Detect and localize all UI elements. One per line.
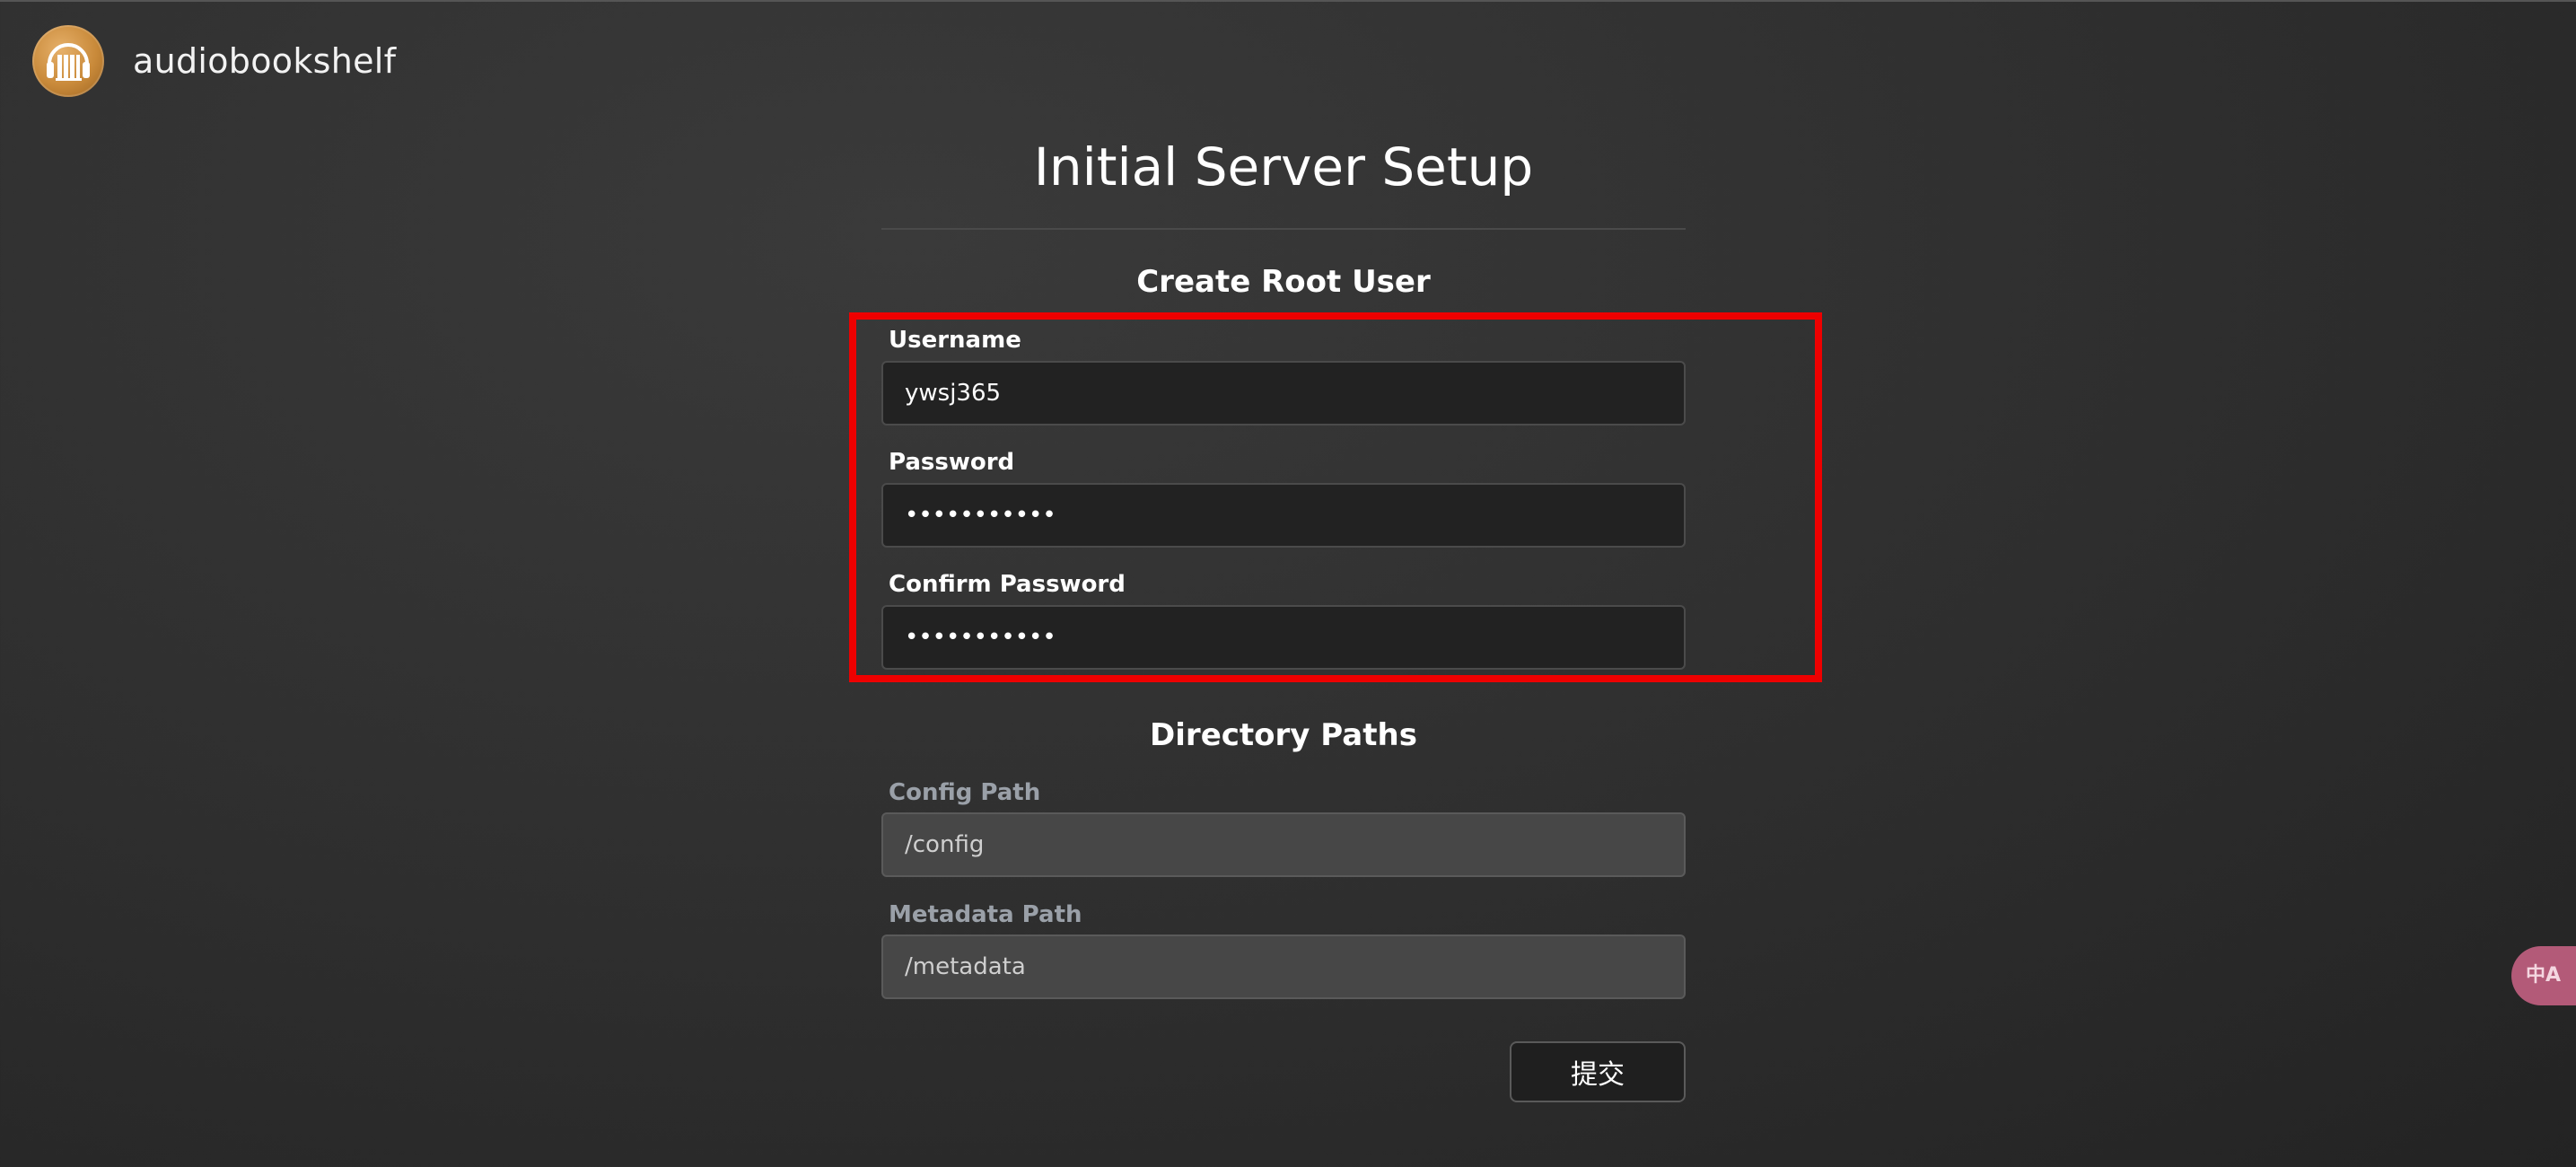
password-input[interactable] bbox=[881, 483, 1686, 548]
app-header: audiobookshelf bbox=[32, 23, 396, 99]
section-title-directory-paths: Directory Paths bbox=[1150, 717, 1417, 753]
metadata-path-label: Metadata Path bbox=[889, 901, 1082, 928]
config-path-label: Config Path bbox=[889, 779, 1041, 806]
config-path-input bbox=[881, 812, 1686, 877]
title-divider bbox=[881, 228, 1686, 230]
password-label: Password bbox=[889, 449, 1015, 476]
app-logo[interactable] bbox=[32, 25, 104, 97]
confirm-password-input[interactable] bbox=[881, 605, 1686, 670]
username-input[interactable] bbox=[881, 361, 1686, 426]
translate-widget[interactable]: 中A bbox=[2511, 946, 2576, 1005]
confirm-password-label: Confirm Password bbox=[889, 571, 1126, 598]
app-title: audiobookshelf bbox=[133, 41, 397, 81]
headphones-books-icon bbox=[47, 43, 90, 81]
translate-icon: 中A bbox=[2526, 964, 2562, 987]
page-title: Initial Server Setup bbox=[1033, 136, 1534, 197]
submit-button[interactable]: 提交 bbox=[1510, 1041, 1686, 1102]
username-label: Username bbox=[889, 327, 1021, 354]
metadata-path-input bbox=[881, 934, 1686, 999]
section-title-root-user: Create Root User bbox=[1136, 264, 1431, 300]
